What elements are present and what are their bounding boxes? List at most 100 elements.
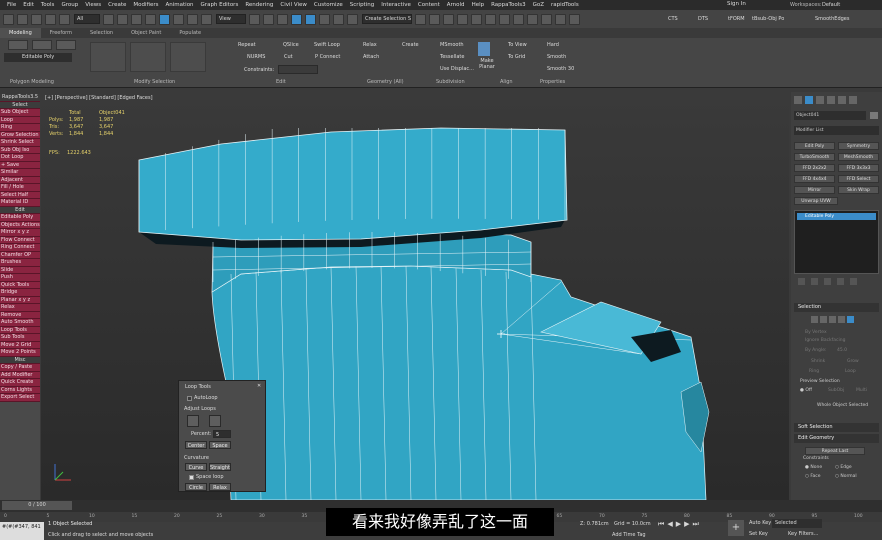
shrink-button[interactable]: Shrink bbox=[811, 359, 825, 364]
next-frame-icon[interactable]: ▶ bbox=[684, 520, 689, 529]
constraint-face-radio[interactable]: ○ Face bbox=[805, 474, 821, 479]
mod-button-unwrap-uvw[interactable]: Unwrap UVW bbox=[794, 197, 838, 205]
undo-icon[interactable] bbox=[3, 13, 14, 25]
make-unique-icon[interactable] bbox=[824, 278, 831, 285]
hierarchy-tab-icon[interactable] bbox=[816, 96, 824, 104]
window-crossing-icon[interactable] bbox=[145, 13, 156, 25]
nurms-button[interactable]: NURMS bbox=[247, 54, 265, 60]
smooth-button[interactable]: Smooth bbox=[547, 54, 566, 60]
menu-graph-editors[interactable]: Graph Editors bbox=[201, 2, 239, 8]
soft-selection-rollout[interactable]: Soft Selection bbox=[794, 423, 879, 432]
set-key-button[interactable]: Set Key bbox=[749, 531, 768, 537]
menu-goz[interactable]: GoZ bbox=[533, 2, 544, 8]
menu-content[interactable]: Content bbox=[418, 2, 440, 8]
rappa-loop[interactable]: Loop bbox=[0, 116, 40, 124]
rappa-dot-loop[interactable]: Dot Loop bbox=[0, 154, 40, 162]
repeat-button[interactable]: Repeat bbox=[238, 42, 256, 48]
percent-input[interactable]: 5 bbox=[213, 430, 231, 438]
ext-tool-smoothedges[interactable]: SmoothEdges bbox=[815, 16, 849, 22]
arnold-icon[interactable] bbox=[569, 13, 580, 25]
menu-animation[interactable]: Animation bbox=[166, 2, 194, 8]
rappa-move-2-grid[interactable]: Move 2 Grid bbox=[0, 341, 40, 349]
menu-scripting[interactable]: Scripting bbox=[350, 2, 374, 8]
key-selection-dropdown[interactable]: Selected bbox=[772, 519, 822, 528]
utilities-tab-icon[interactable] bbox=[849, 96, 857, 104]
select-by-name-icon[interactable] bbox=[117, 13, 128, 25]
toggle-scene-explorer-icon[interactable] bbox=[443, 13, 454, 25]
object-name-field[interactable]: Object041 bbox=[794, 111, 866, 120]
menu-rappatools3[interactable]: RappaTools3 bbox=[491, 2, 525, 8]
align-icon[interactable] bbox=[429, 13, 440, 25]
element-icon[interactable] bbox=[847, 316, 854, 323]
close-icon[interactable]: ✕ bbox=[257, 383, 261, 389]
rotate-icon[interactable] bbox=[173, 13, 184, 25]
rappa-push[interactable]: Push bbox=[0, 274, 40, 282]
rappa-auto-smooth[interactable]: Auto Smooth bbox=[0, 319, 40, 327]
modify-selection-ring-icon[interactable] bbox=[170, 42, 206, 72]
rappa-move-2-points[interactable]: Move 2 Points bbox=[0, 349, 40, 357]
go-to-end-icon[interactable]: ⏭ bbox=[692, 520, 698, 529]
adjust-loop-b-icon[interactable] bbox=[209, 415, 221, 427]
repeat-last-button[interactable]: Repeat Last bbox=[805, 447, 865, 455]
rappa-sub-object[interactable]: Sub Object bbox=[0, 109, 40, 117]
edit-named-sel-icon[interactable] bbox=[347, 13, 358, 25]
menu-views[interactable]: Views bbox=[85, 2, 101, 8]
snap-3d-icon[interactable] bbox=[291, 13, 302, 25]
preview-subobj-option[interactable]: SubObj bbox=[828, 388, 844, 393]
rappa-shrink-select[interactable]: Shrink Select bbox=[0, 139, 40, 147]
pin-stack-icon[interactable] bbox=[798, 278, 805, 285]
section-modify-selection[interactable]: Modify Selection bbox=[134, 79, 175, 85]
mirror-icon[interactable] bbox=[415, 13, 426, 25]
modifier-list-dropdown[interactable]: Modifier List bbox=[794, 126, 879, 135]
ring-button[interactable]: Ring bbox=[809, 369, 819, 374]
section-properties[interactable]: Properties bbox=[540, 79, 565, 85]
section-polygon-modeling[interactable]: Polygon Modeling bbox=[10, 79, 54, 85]
autoloop-checkbox[interactable] bbox=[187, 396, 192, 401]
rappa-export-select[interactable]: Export Select bbox=[0, 394, 40, 402]
viewport-label[interactable]: [+] [Perspective] [Standard] [Edged Face… bbox=[45, 95, 153, 101]
edge-icon[interactable] bbox=[820, 316, 827, 323]
rappa-loop-tools[interactable]: Loop Tools bbox=[0, 326, 40, 334]
rappa-adjacent[interactable]: Adjacent bbox=[0, 176, 40, 184]
mod-button-turbosmooth[interactable]: TurboSmooth bbox=[794, 153, 835, 161]
percent-snap-icon[interactable] bbox=[319, 13, 330, 25]
sign-in-link[interactable]: Sign In bbox=[727, 1, 746, 7]
tessellate-button[interactable]: Tessellate bbox=[440, 54, 464, 60]
qslice-button[interactable]: QSlice bbox=[283, 42, 299, 48]
menu-help[interactable]: Help bbox=[472, 2, 485, 8]
motion-tab-icon[interactable] bbox=[827, 96, 835, 104]
p-connect-button[interactable]: P Connect bbox=[315, 54, 340, 60]
constraint-none-radio[interactable]: ● None bbox=[805, 465, 822, 470]
stack-item-editable-poly[interactable]: Editable Poly bbox=[797, 213, 876, 220]
select-icon[interactable] bbox=[103, 13, 114, 25]
mod-button-skin-wrap[interactable]: Skin Wrap bbox=[838, 186, 879, 194]
mod-button-ffd-2x2x2[interactable]: FFD 2x2x2 bbox=[794, 164, 835, 172]
menu-group[interactable]: Group bbox=[61, 2, 78, 8]
play-icon[interactable]: ▶ bbox=[676, 520, 681, 529]
z-coordinate-field[interactable]: Z: 0.781cm bbox=[580, 521, 609, 527]
curve-button[interactable]: Curve bbox=[185, 463, 207, 471]
loop-button[interactable]: Loop bbox=[845, 369, 856, 374]
auto-key-button[interactable]: Auto Key bbox=[749, 520, 771, 526]
by-vertex-option[interactable]: By Vertex bbox=[805, 330, 827, 335]
mod-button-ffd-3x3x3[interactable]: FFD 3x3x3 bbox=[838, 164, 879, 172]
menu-arnold[interactable]: Arnold bbox=[447, 2, 465, 8]
mod-button-meshsmooth[interactable]: MeshSmooth bbox=[838, 153, 879, 161]
add-key-icon[interactable]: + bbox=[728, 520, 744, 536]
tab-selection[interactable]: Selection bbox=[81, 28, 122, 38]
maxscript-listener[interactable]: #(#(#347, 841 bbox=[0, 522, 44, 540]
by-angle-option[interactable]: By Angle: bbox=[805, 348, 827, 353]
rappa-slide[interactable]: Slide bbox=[0, 266, 40, 274]
rappa-sub-tools[interactable]: Sub Tools bbox=[0, 334, 40, 342]
rappa-select-half[interactable]: Select Half bbox=[0, 191, 40, 199]
rect-select-icon[interactable] bbox=[131, 13, 142, 25]
rappa-corns-lights[interactable]: Corns Lights bbox=[0, 386, 40, 394]
mod-button-ffd-select[interactable]: FFD Select bbox=[838, 175, 879, 183]
render-setup-icon[interactable] bbox=[527, 13, 538, 25]
ext-tool-dts[interactable]: DTS bbox=[698, 16, 708, 22]
rappa-quick-tools[interactable]: Quick Tools bbox=[0, 281, 40, 289]
polygon-icon[interactable] bbox=[838, 316, 845, 323]
mod-button-symmetry[interactable]: Symmetry bbox=[838, 142, 879, 150]
menu-edit[interactable]: Edit bbox=[23, 2, 34, 8]
preview-off-option[interactable]: ● Off bbox=[800, 388, 812, 393]
